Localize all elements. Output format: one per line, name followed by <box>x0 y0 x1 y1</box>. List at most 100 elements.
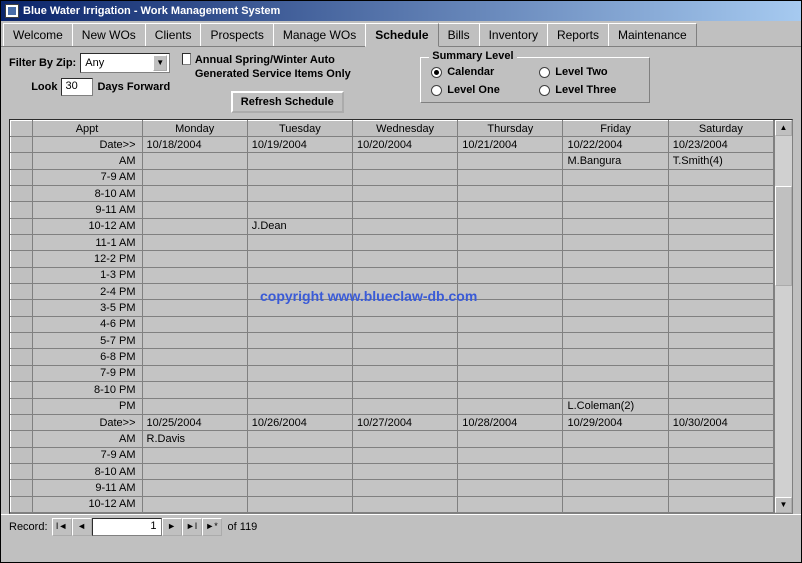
grid-cell[interactable] <box>353 333 458 349</box>
grid-cell[interactable] <box>247 284 352 300</box>
tab-prospects[interactable]: Prospects <box>200 23 273 46</box>
zip-combo[interactable]: Any ▼ <box>80 53 170 73</box>
appt-cell[interactable]: 3-5 PM <box>32 300 142 316</box>
grid-cell[interactable] <box>458 365 563 381</box>
tab-welcome[interactable]: Welcome <box>3 23 73 46</box>
grid-cell[interactable] <box>353 202 458 218</box>
grid-cell[interactable] <box>247 398 352 414</box>
table-row[interactable]: 7-9 AM <box>11 169 774 185</box>
scroll-up-icon[interactable]: ▲ <box>775 120 792 136</box>
appt-cell[interactable]: Date>> <box>32 137 142 153</box>
grid-cell[interactable] <box>458 316 563 332</box>
appt-cell[interactable]: 12-2 PM <box>32 251 142 267</box>
grid-cell[interactable] <box>458 398 563 414</box>
grid-cell[interactable] <box>563 169 668 185</box>
appt-cell[interactable]: 1-3 PM <box>32 267 142 283</box>
grid-cell[interactable] <box>668 496 773 512</box>
appt-cell[interactable]: 8-10 AM <box>32 463 142 479</box>
grid-cell[interactable] <box>668 480 773 496</box>
col-header[interactable]: Wednesday <box>353 121 458 137</box>
nav-next-button[interactable]: ► <box>162 518 182 536</box>
grid-cell[interactable] <box>563 284 668 300</box>
grid-cell[interactable] <box>247 202 352 218</box>
tab-inventory[interactable]: Inventory <box>479 23 548 46</box>
grid-cell[interactable] <box>563 349 668 365</box>
table-row[interactable]: 9-11 AM <box>11 480 774 496</box>
radio-level-one[interactable]: Level One <box>431 84 531 96</box>
scroll-down-icon[interactable]: ▼ <box>775 497 792 513</box>
grid-cell[interactable]: 10/18/2004 <box>142 137 247 153</box>
grid-cell[interactable] <box>563 316 668 332</box>
grid-cell[interactable] <box>668 316 773 332</box>
nav-new-button[interactable]: ►* <box>202 518 222 536</box>
grid-cell[interactable] <box>247 300 352 316</box>
refresh-button[interactable]: Refresh Schedule <box>231 91 344 113</box>
vertical-scrollbar[interactable]: ▲ ▼ <box>774 120 792 513</box>
row-selector[interactable] <box>11 300 33 316</box>
grid-cell[interactable] <box>353 186 458 202</box>
grid-cell[interactable] <box>247 349 352 365</box>
tab-reports[interactable]: Reports <box>547 23 609 46</box>
schedule-grid[interactable]: ApptMondayTuesdayWednesdayThursdayFriday… <box>10 120 774 513</box>
table-row[interactable]: AMR.Davis <box>11 431 774 447</box>
row-selector[interactable] <box>11 169 33 185</box>
grid-cell[interactable]: L.Coleman(2) <box>563 398 668 414</box>
grid-cell[interactable] <box>353 382 458 398</box>
grid-cell[interactable] <box>458 169 563 185</box>
row-selector[interactable] <box>11 414 33 430</box>
grid-cell[interactable]: 10/25/2004 <box>142 414 247 430</box>
grid-cell[interactable] <box>458 382 563 398</box>
grid-cell[interactable] <box>247 251 352 267</box>
grid-cell[interactable] <box>563 186 668 202</box>
row-selector[interactable] <box>11 447 33 463</box>
grid-cell[interactable]: 10/19/2004 <box>247 137 352 153</box>
grid-cell[interactable] <box>668 333 773 349</box>
appt-cell[interactable]: 5-7 PM <box>32 333 142 349</box>
grid-cell[interactable] <box>668 267 773 283</box>
table-row[interactable]: Date>>10/18/200410/19/200410/20/200410/2… <box>11 137 774 153</box>
grid-cell[interactable] <box>668 365 773 381</box>
grid-cell[interactable] <box>668 218 773 234</box>
grid-cell[interactable] <box>563 333 668 349</box>
grid-cell[interactable] <box>563 463 668 479</box>
radio-level-two[interactable]: Level Two <box>539 66 639 78</box>
col-header[interactable]: Appt <box>32 121 142 137</box>
grid-cell[interactable]: J.Dean <box>247 218 352 234</box>
grid-cell[interactable] <box>458 251 563 267</box>
table-row[interactable]: 8-10 PM <box>11 382 774 398</box>
table-row[interactable]: 1-3 PM <box>11 267 774 283</box>
grid-cell[interactable] <box>353 284 458 300</box>
appt-cell[interactable]: 6-8 PM <box>32 349 142 365</box>
grid-cell[interactable] <box>563 218 668 234</box>
row-selector[interactable] <box>11 251 33 267</box>
days-forward-input[interactable]: 30 <box>61 78 93 96</box>
grid-cell[interactable]: T.Smith(4) <box>668 153 773 169</box>
table-row[interactable]: 2-4 PM <box>11 284 774 300</box>
grid-cell[interactable]: 10/30/2004 <box>668 414 773 430</box>
grid-cell[interactable] <box>353 463 458 479</box>
grid-cell[interactable] <box>458 186 563 202</box>
tab-new-wos[interactable]: New WOs <box>72 23 146 46</box>
grid-cell[interactable] <box>353 316 458 332</box>
appt-cell[interactable]: 4-6 PM <box>32 316 142 332</box>
grid-cell[interactable] <box>668 284 773 300</box>
radio-level-three[interactable]: Level Three <box>539 84 639 96</box>
col-header[interactable]: Friday <box>563 121 668 137</box>
grid-cell[interactable] <box>142 382 247 398</box>
grid-cell[interactable]: 10/26/2004 <box>247 414 352 430</box>
grid-cell[interactable] <box>142 463 247 479</box>
grid-cell[interactable] <box>668 235 773 251</box>
table-row[interactable]: AMM.BanguraT.Smith(4) <box>11 153 774 169</box>
grid-cell[interactable] <box>353 169 458 185</box>
grid-cell[interactable]: 10/21/2004 <box>458 137 563 153</box>
appt-cell[interactable]: 10-12 AM <box>32 218 142 234</box>
grid-cell[interactable] <box>142 218 247 234</box>
nav-last-button[interactable]: ►I <box>182 518 202 536</box>
table-row[interactable]: 7-9 AM <box>11 447 774 463</box>
grid-cell[interactable] <box>247 382 352 398</box>
grid-cell[interactable] <box>353 447 458 463</box>
grid-cell[interactable] <box>458 447 563 463</box>
grid-cell[interactable] <box>458 202 563 218</box>
grid-cell[interactable] <box>563 480 668 496</box>
grid-cell[interactable] <box>668 463 773 479</box>
